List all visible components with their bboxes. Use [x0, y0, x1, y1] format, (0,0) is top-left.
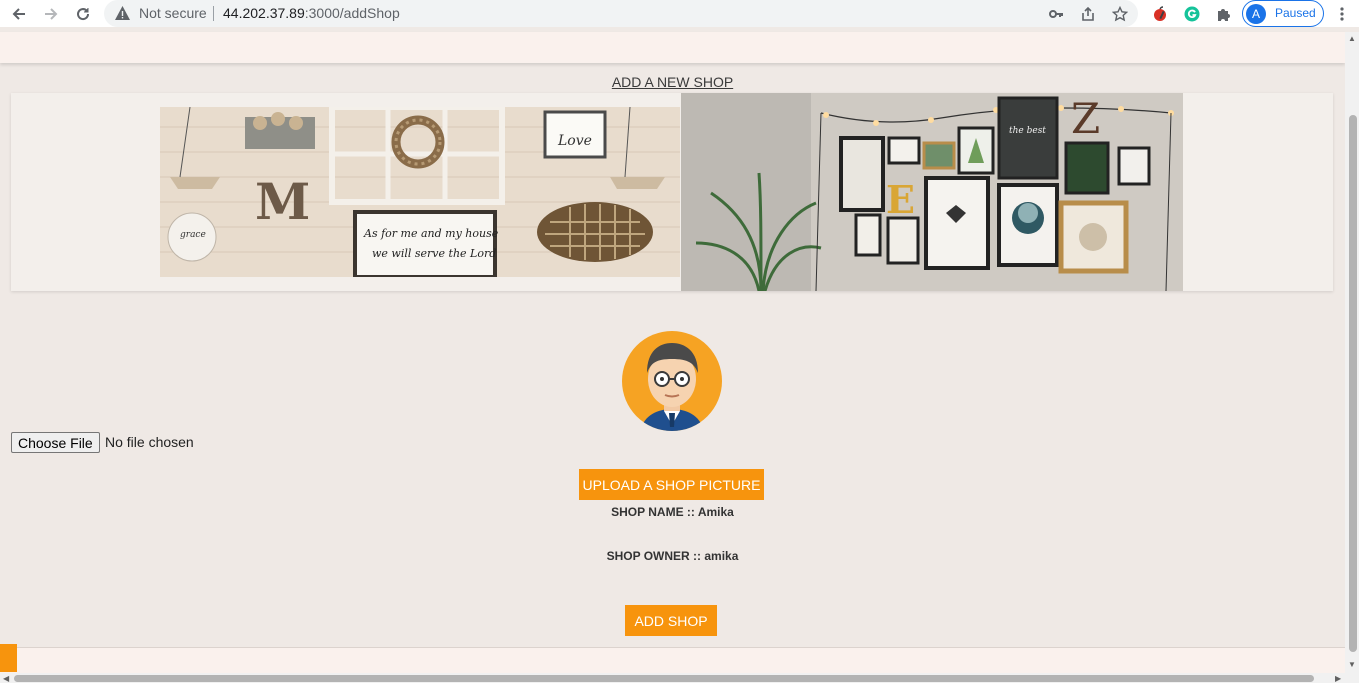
- url-separator: [213, 6, 214, 21]
- reload-icon: [77, 8, 90, 21]
- security-status: Not secure: [139, 5, 207, 21]
- profile-status: Paused: [1275, 6, 1316, 20]
- back-button[interactable]: [8, 3, 30, 25]
- shop-owner-label: SHOP OWNER :: amika: [606, 549, 739, 563]
- svg-text:grace: grace: [180, 230, 206, 240]
- svg-text:we will serve the Lord: we will serve the Lord: [372, 247, 496, 260]
- forward-icon: [45, 8, 58, 20]
- page-title[interactable]: ADD A NEW SHOP: [0, 74, 1345, 90]
- url-path: :3000/addShop: [304, 5, 400, 21]
- horizontal-scrollbar-thumb[interactable]: [14, 675, 1314, 682]
- menu-dots-icon: [1340, 7, 1344, 21]
- password-key-button[interactable]: [1046, 4, 1066, 24]
- banner-card: M grace As for me and my house we will s…: [11, 93, 1333, 291]
- warning-icon: [115, 6, 130, 20]
- share-icon: [1082, 6, 1094, 21]
- side-tab[interactable]: [0, 644, 17, 672]
- star-icon: [1112, 6, 1128, 22]
- key-icon: [1049, 10, 1063, 18]
- svg-text:As for me and my house: As for me and my house: [363, 227, 499, 240]
- reload-button[interactable]: [72, 3, 94, 25]
- banner-image-gallery-wall: E the best Z: [681, 93, 1183, 291]
- forward-button[interactable]: [40, 3, 62, 25]
- vertical-scrollbar-thumb[interactable]: [1349, 115, 1357, 652]
- grammarly-button[interactable]: [1182, 4, 1202, 24]
- footer: [0, 648, 1345, 673]
- scroll-down-icon[interactable]: ▼: [1348, 660, 1356, 669]
- upload-shop-picture-button[interactable]: UPLOAD A SHOP PICTURE: [579, 469, 764, 500]
- share-button[interactable]: [1078, 4, 1098, 24]
- file-status-text: No file chosen: [105, 434, 194, 450]
- url-host: 44.202.37.89: [223, 5, 305, 21]
- choose-file-button[interactable]: Choose File: [11, 432, 100, 453]
- extension-apple-button[interactable]: [1150, 4, 1170, 24]
- back-icon: [12, 8, 25, 20]
- scroll-up-icon[interactable]: ▲: [1348, 34, 1356, 43]
- scroll-right-icon[interactable]: ▶: [1335, 674, 1341, 683]
- profile-avatar: A: [1246, 4, 1266, 24]
- extension-apple-icon: [1154, 6, 1166, 21]
- svg-text:the best: the best: [1009, 126, 1046, 136]
- profile-button[interactable]: A Paused: [1242, 0, 1324, 27]
- navbar: [0, 32, 1345, 63]
- banner-image-farmhouse-wall: M grace As for me and my house we will s…: [160, 107, 680, 277]
- shop-avatar-image: [622, 331, 722, 431]
- add-shop-button[interactable]: ADD SHOP: [625, 605, 717, 636]
- puzzle-icon: [1218, 9, 1230, 21]
- grammarly-icon: [1184, 6, 1200, 22]
- extensions-button[interactable]: [1214, 4, 1234, 24]
- address-bar[interactable]: Not secure 44.202.37.89:3000/addShop: [104, 0, 1138, 27]
- svg-text:Z: Z: [1071, 94, 1100, 143]
- svg-text:Love: Love: [557, 133, 592, 149]
- url-text: 44.202.37.89:3000/addShop: [223, 5, 400, 21]
- scroll-left-icon[interactable]: ◀: [3, 674, 9, 683]
- bookmark-button[interactable]: [1110, 4, 1130, 24]
- shop-name-label: SHOP NAME :: Amika: [611, 505, 734, 519]
- svg-text:E: E: [886, 177, 915, 222]
- svg-text:M: M: [255, 172, 310, 231]
- browser-toolbar: Not secure 44.202.37.89:3000/addShop A P…: [0, 0, 1359, 27]
- browser-menu-button[interactable]: [1332, 4, 1352, 24]
